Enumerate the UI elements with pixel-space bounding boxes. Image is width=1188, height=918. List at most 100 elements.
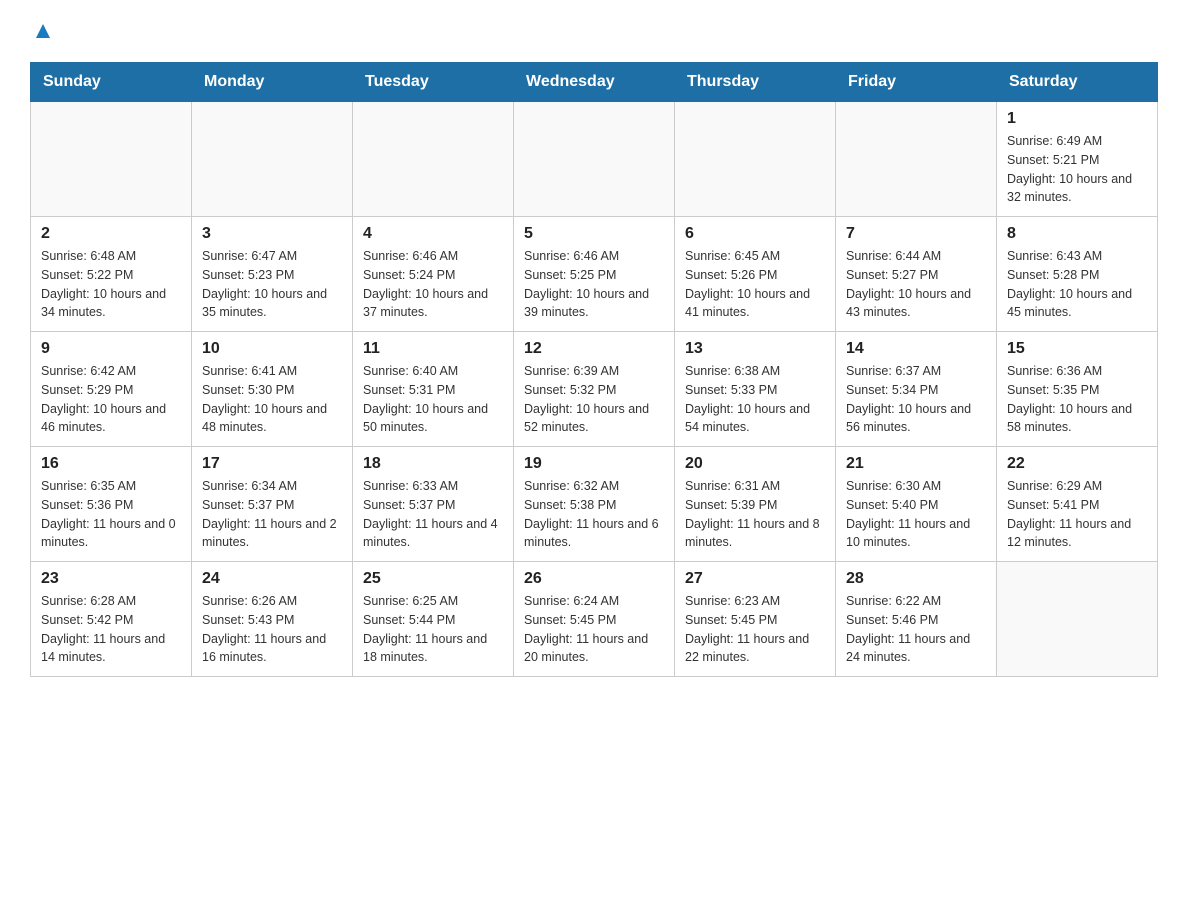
day-number: 9: [41, 340, 181, 358]
calendar-cell-w4-d7: 22 Sunrise: 6:29 AMSunset: 5:41 PMDayligh…: [997, 447, 1158, 562]
day-number: 1: [1007, 110, 1147, 128]
header-monday: Monday: [192, 63, 353, 102]
day-info: Sunrise: 6:26 AMSunset: 5:43 PMDaylight:…: [202, 592, 342, 667]
calendar-cell-w2-d6: 7 Sunrise: 6:44 AMSunset: 5:27 PMDaylight…: [836, 217, 997, 332]
day-info: Sunrise: 6:49 AMSunset: 5:21 PMDaylight:…: [1007, 132, 1147, 207]
day-number: 21: [846, 455, 986, 473]
day-info: Sunrise: 6:30 AMSunset: 5:40 PMDaylight:…: [846, 477, 986, 552]
day-info: Sunrise: 6:35 AMSunset: 5:36 PMDaylight:…: [41, 477, 181, 552]
day-number: 25: [363, 570, 503, 588]
calendar-cell-w5-d5: 27 Sunrise: 6:23 AMSunset: 5:45 PMDayligh…: [675, 562, 836, 677]
day-number: 18: [363, 455, 503, 473]
day-number: 15: [1007, 340, 1147, 358]
day-number: 17: [202, 455, 342, 473]
calendar-cell-w1-d3: [353, 102, 514, 217]
calendar-table: Sunday Monday Tuesday Wednesday Thursday…: [30, 62, 1158, 677]
day-number: 4: [363, 225, 503, 243]
page-header: [30, 20, 1158, 42]
day-info: Sunrise: 6:41 AMSunset: 5:30 PMDaylight:…: [202, 362, 342, 437]
calendar-cell-w3-d2: 10 Sunrise: 6:41 AMSunset: 5:30 PMDayligh…: [192, 332, 353, 447]
calendar-cell-w1-d6: [836, 102, 997, 217]
calendar-cell-w1-d4: [514, 102, 675, 217]
day-info: Sunrise: 6:48 AMSunset: 5:22 PMDaylight:…: [41, 247, 181, 322]
week-row-3: 9 Sunrise: 6:42 AMSunset: 5:29 PMDaylight…: [31, 332, 1158, 447]
calendar-cell-w3-d6: 14 Sunrise: 6:37 AMSunset: 5:34 PMDayligh…: [836, 332, 997, 447]
header-friday: Friday: [836, 63, 997, 102]
day-info: Sunrise: 6:39 AMSunset: 5:32 PMDaylight:…: [524, 362, 664, 437]
calendar-cell-w5-d7: [997, 562, 1158, 677]
calendar-cell-w3-d7: 15 Sunrise: 6:36 AMSunset: 5:35 PMDayligh…: [997, 332, 1158, 447]
week-row-1: 1 Sunrise: 6:49 AMSunset: 5:21 PMDaylight…: [31, 102, 1158, 217]
week-row-5: 23 Sunrise: 6:28 AMSunset: 5:42 PMDayligh…: [31, 562, 1158, 677]
logo: [30, 20, 54, 42]
day-number: 26: [524, 570, 664, 588]
day-info: Sunrise: 6:28 AMSunset: 5:42 PMDaylight:…: [41, 592, 181, 667]
header-tuesday: Tuesday: [353, 63, 514, 102]
header-thursday: Thursday: [675, 63, 836, 102]
day-number: 24: [202, 570, 342, 588]
calendar-cell-w4-d3: 18 Sunrise: 6:33 AMSunset: 5:37 PMDayligh…: [353, 447, 514, 562]
day-number: 28: [846, 570, 986, 588]
day-info: Sunrise: 6:42 AMSunset: 5:29 PMDaylight:…: [41, 362, 181, 437]
day-info: Sunrise: 6:45 AMSunset: 5:26 PMDaylight:…: [685, 247, 825, 322]
week-row-4: 16 Sunrise: 6:35 AMSunset: 5:36 PMDayligh…: [31, 447, 1158, 562]
day-number: 19: [524, 455, 664, 473]
day-number: 3: [202, 225, 342, 243]
calendar-cell-w3-d5: 13Sunrise: 6:38 AMSunset: 5:33 PMDayligh…: [675, 332, 836, 447]
day-info: Sunrise: 6:44 AMSunset: 5:27 PMDaylight:…: [846, 247, 986, 322]
day-number: 12: [524, 340, 664, 358]
calendar-cell-w5-d3: 25 Sunrise: 6:25 AMSunset: 5:44 PMDayligh…: [353, 562, 514, 677]
day-number: 13: [685, 340, 825, 358]
calendar-cell-w1-d5: [675, 102, 836, 217]
calendar-cell-w5-d1: 23 Sunrise: 6:28 AMSunset: 5:42 PMDayligh…: [31, 562, 192, 677]
calendar-cell-w2-d1: 2 Sunrise: 6:48 AMSunset: 5:22 PMDaylight…: [31, 217, 192, 332]
calendar-header-row: Sunday Monday Tuesday Wednesday Thursday…: [31, 63, 1158, 102]
day-number: 14: [846, 340, 986, 358]
calendar-cell-w2-d7: 8 Sunrise: 6:43 AMSunset: 5:28 PMDaylight…: [997, 217, 1158, 332]
calendar-cell-w4-d6: 21 Sunrise: 6:30 AMSunset: 5:40 PMDayligh…: [836, 447, 997, 562]
day-info: Sunrise: 6:32 AMSunset: 5:38 PMDaylight:…: [524, 477, 664, 552]
day-number: 11: [363, 340, 503, 358]
day-info: Sunrise: 6:34 AMSunset: 5:37 PMDaylight:…: [202, 477, 342, 552]
week-row-2: 2 Sunrise: 6:48 AMSunset: 5:22 PMDaylight…: [31, 217, 1158, 332]
calendar-cell-w2-d5: 6Sunrise: 6:45 AMSunset: 5:26 PMDaylight…: [675, 217, 836, 332]
calendar-cell-w5-d4: 26 Sunrise: 6:24 AMSunset: 5:45 PMDayligh…: [514, 562, 675, 677]
day-number: 16: [41, 455, 181, 473]
day-number: 23: [41, 570, 181, 588]
calendar-cell-w3-d1: 9 Sunrise: 6:42 AMSunset: 5:29 PMDaylight…: [31, 332, 192, 447]
calendar-cell-w2-d4: 5 Sunrise: 6:46 AMSunset: 5:25 PMDaylight…: [514, 217, 675, 332]
day-info: Sunrise: 6:25 AMSunset: 5:44 PMDaylight:…: [363, 592, 503, 667]
day-info: Sunrise: 6:40 AMSunset: 5:31 PMDaylight:…: [363, 362, 503, 437]
calendar-cell-w4-d5: 20Sunrise: 6:31 AMSunset: 5:39 PMDayligh…: [675, 447, 836, 562]
calendar-cell-w1-d2: [192, 102, 353, 217]
day-info: Sunrise: 6:37 AMSunset: 5:34 PMDaylight:…: [846, 362, 986, 437]
calendar-cell-w1-d1: [31, 102, 192, 217]
calendar-cell-w3-d3: 11 Sunrise: 6:40 AMSunset: 5:31 PMDayligh…: [353, 332, 514, 447]
calendar-cell-w2-d2: 3 Sunrise: 6:47 AMSunset: 5:23 PMDaylight…: [192, 217, 353, 332]
day-number: 2: [41, 225, 181, 243]
day-number: 10: [202, 340, 342, 358]
calendar-cell-w3-d4: 12 Sunrise: 6:39 AMSunset: 5:32 PMDayligh…: [514, 332, 675, 447]
calendar-cell-w4-d4: 19 Sunrise: 6:32 AMSunset: 5:38 PMDayligh…: [514, 447, 675, 562]
header-sunday: Sunday: [31, 63, 192, 102]
day-info: Sunrise: 6:23 AMSunset: 5:45 PMDaylight:…: [685, 592, 825, 667]
day-number: 8: [1007, 225, 1147, 243]
day-number: 5: [524, 225, 664, 243]
day-info: Sunrise: 6:46 AMSunset: 5:25 PMDaylight:…: [524, 247, 664, 322]
day-info: Sunrise: 6:33 AMSunset: 5:37 PMDaylight:…: [363, 477, 503, 552]
day-number: 27: [685, 570, 825, 588]
day-info: Sunrise: 6:36 AMSunset: 5:35 PMDaylight:…: [1007, 362, 1147, 437]
calendar-cell-w5-d2: 24 Sunrise: 6:26 AMSunset: 5:43 PMDayligh…: [192, 562, 353, 677]
day-info: Sunrise: 6:31 AMSunset: 5:39 PMDaylight:…: [685, 477, 825, 552]
day-number: 22: [1007, 455, 1147, 473]
header-saturday: Saturday: [997, 63, 1158, 102]
day-info: Sunrise: 6:22 AMSunset: 5:46 PMDaylight:…: [846, 592, 986, 667]
day-info: Sunrise: 6:47 AMSunset: 5:23 PMDaylight:…: [202, 247, 342, 322]
calendar-cell-w1-d7: 1 Sunrise: 6:49 AMSunset: 5:21 PMDaylight…: [997, 102, 1158, 217]
day-info: Sunrise: 6:24 AMSunset: 5:45 PMDaylight:…: [524, 592, 664, 667]
day-info: Sunrise: 6:29 AMSunset: 5:41 PMDaylight:…: [1007, 477, 1147, 552]
day-number: 7: [846, 225, 986, 243]
logo-triangle-icon: [32, 20, 54, 42]
day-info: Sunrise: 6:43 AMSunset: 5:28 PMDaylight:…: [1007, 247, 1147, 322]
calendar-cell-w2-d3: 4Sunrise: 6:46 AMSunset: 5:24 PMDaylight…: [353, 217, 514, 332]
